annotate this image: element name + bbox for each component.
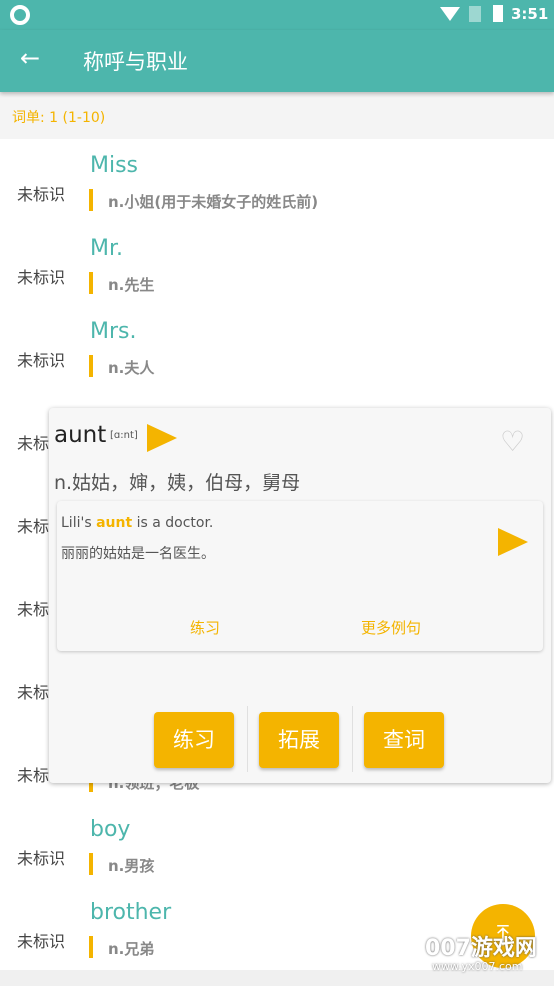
word-popup: aunt [ɑ:nt] ♡ n.姑姑，婶，姨，伯母，舅母 Lili's aunt… <box>49 408 551 783</box>
example-practice-link[interactable]: 练习 <box>190 617 220 638</box>
wifi-icon <box>440 7 460 21</box>
play-word-icon[interactable] <box>147 424 177 452</box>
meaning-bar <box>89 355 93 377</box>
mark-status[interactable]: 未标识 <box>17 347 65 371</box>
example-sentence: Lili's aunt is a doctor. <box>61 515 213 531</box>
page-title: 称呼与职业 <box>83 50 188 74</box>
meaning-bar <box>89 189 93 211</box>
mark-status[interactable]: 未标识 <box>17 181 65 205</box>
word-text: Mr. <box>90 236 123 261</box>
app-bar: ← 称呼与职业 <box>0 30 554 92</box>
more-examples-link[interactable]: 更多例句 <box>361 617 421 638</box>
favorite-heart-icon[interactable]: ♡ <box>500 428 525 456</box>
expand-button[interactable]: 拓展 <box>259 712 339 768</box>
word-meaning: n.夫人 <box>108 359 155 377</box>
play-example-icon[interactable] <box>498 528 528 556</box>
word-text: brother <box>90 900 172 925</box>
list-item[interactable]: 未标识 Mrs. n.夫人 <box>0 311 554 394</box>
example-highlight: aunt <box>96 515 133 531</box>
example-text-end: is a doctor. <box>132 515 214 531</box>
status-bar: 3:51 <box>0 0 554 30</box>
word-text: Mrs. <box>90 319 137 344</box>
wordlist-info: 词单: 1 (1-10) <box>0 92 554 139</box>
divider <box>352 706 353 772</box>
mark-status[interactable]: 未标识 <box>17 928 65 952</box>
meaning-bar <box>89 853 93 875</box>
meaning-bar <box>89 272 93 294</box>
popup-definition: n.姑姑，婶，姨，伯母，舅母 <box>54 472 301 494</box>
clock: 3:51 <box>511 5 549 23</box>
mark-status[interactable]: 未标识 <box>17 264 65 288</box>
word-meaning: n.先生 <box>108 276 155 294</box>
popup-word: aunt <box>54 422 107 448</box>
watermark-logo: 007游戏网 <box>425 936 537 961</box>
example-translation: 丽丽的姑姑是一名医生。 <box>61 546 215 562</box>
back-arrow-icon[interactable]: ← <box>20 44 40 72</box>
word-text: boy <box>90 817 131 842</box>
popup-phonetic: [ɑ:nt] <box>110 430 138 441</box>
divider <box>247 706 248 772</box>
word-meaning: n.兄弟 <box>108 940 155 958</box>
lookup-button[interactable]: 查词 <box>364 712 444 768</box>
example-card: Lili's aunt is a doctor. 丽丽的姑姑是一名医生。 练习 … <box>57 501 543 651</box>
meaning-bar <box>89 936 93 958</box>
list-item[interactable]: 未标识 boy n.男孩 <box>0 809 554 892</box>
practice-button[interactable]: 练习 <box>154 712 234 768</box>
list-item[interactable]: 未标识 Mr. n.先生 <box>0 228 554 311</box>
word-meaning: n.男孩 <box>108 857 155 875</box>
list-item[interactable]: 未标识 Miss n.小姐(用于未婚女子的姓氏前) <box>0 145 554 228</box>
app-notification-icon <box>10 5 30 25</box>
no-sim-icon <box>469 6 481 22</box>
battery-icon <box>493 5 503 22</box>
word-meaning: n.小姐(用于未婚女子的姓氏前) <box>108 193 319 211</box>
example-text: Lili's <box>61 515 97 531</box>
watermark-url: www.yx007.com <box>432 960 523 973</box>
mark-status[interactable]: 未标识 <box>17 845 65 869</box>
word-text: Miss <box>90 153 139 178</box>
